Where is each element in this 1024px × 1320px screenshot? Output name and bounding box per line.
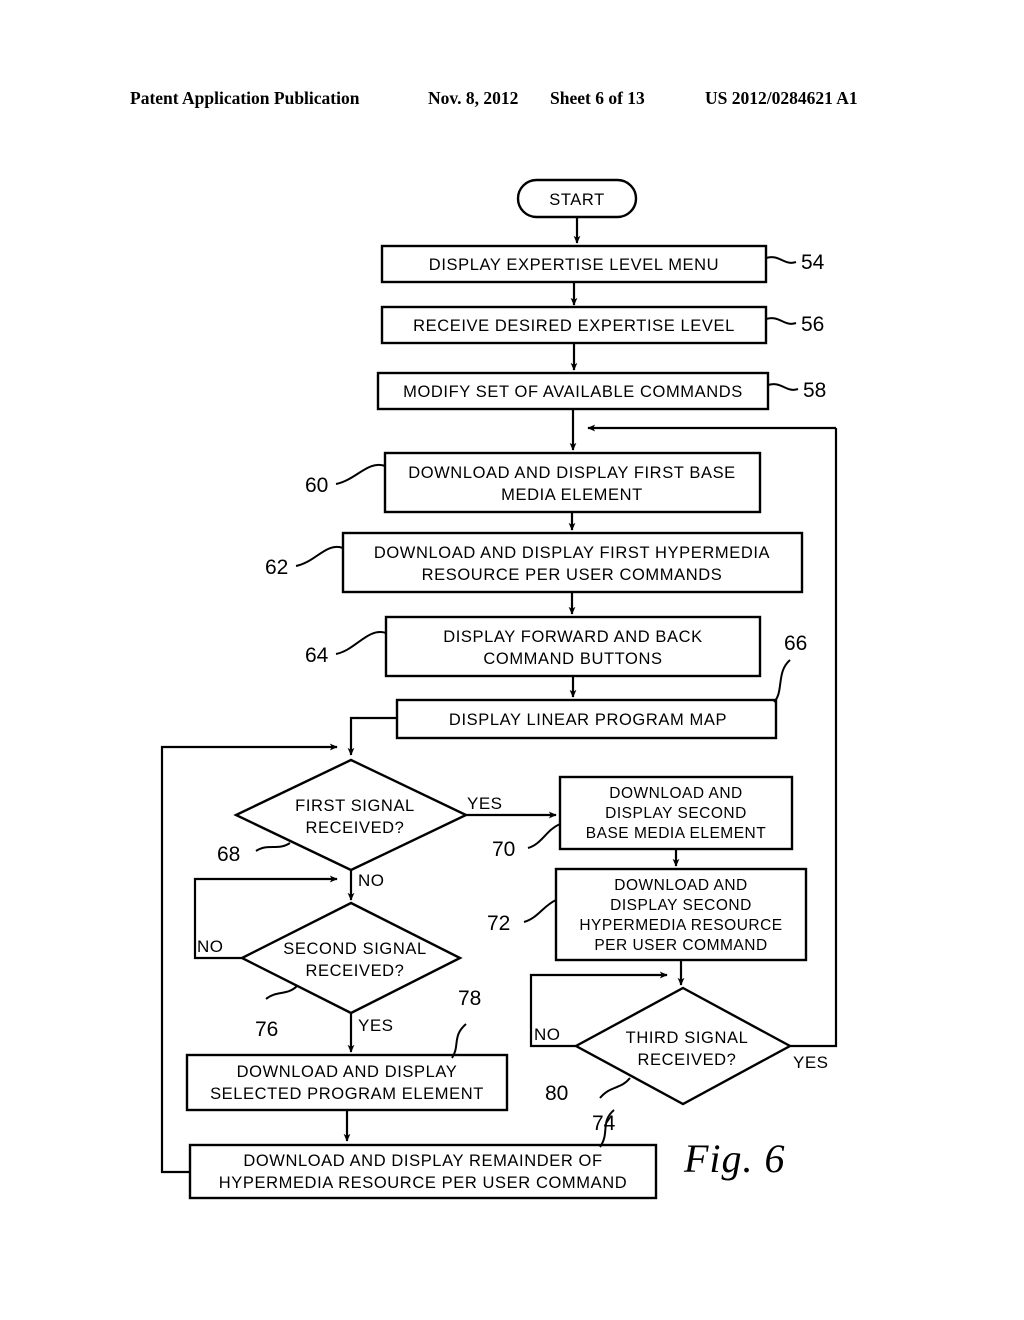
edge-label-68-no: NO (358, 871, 385, 890)
process-box-58: MODIFY SET OF AVAILABLE COMMANDS (376, 371, 770, 411)
leader-76 (265, 985, 298, 1000)
process-72-line3: HYPERMEDIA RESOURCE (579, 917, 782, 934)
process-box-64: DISPLAY FORWARD AND BACK COMMAND BUTTONS (384, 615, 762, 678)
leader-72 (523, 899, 557, 923)
leader-70 (527, 823, 561, 849)
ref-number-72: 72 (487, 912, 510, 935)
process-62-line1: DOWNLOAD AND DISPLAY FIRST HYPERMEDIA (374, 544, 770, 562)
process-78-line2: SELECTED PROGRAM ELEMENT (210, 1085, 484, 1103)
leader-78 (451, 1023, 467, 1059)
ref-number-76: 76 (255, 1018, 278, 1041)
patent-figure-page: Patent Application Publication Nov. 8, 2… (0, 0, 1024, 1320)
process-box-56: RECEIVE DESIRED EXPERTISE LEVEL (380, 305, 768, 345)
process-60-line2: MEDIA ELEMENT (501, 486, 643, 504)
start-label: START (549, 191, 605, 209)
leader-60 (335, 463, 386, 485)
process-box-60: DOWNLOAD AND DISPLAY FIRST BASE MEDIA EL… (383, 451, 762, 514)
process-66-line1: DISPLAY LINEAR PROGRAM MAP (449, 711, 727, 729)
decision-diamond-74: THIRD SIGNAL RECEIVED? (573, 986, 793, 1106)
process-64-line2: COMMAND BUTTONS (483, 650, 662, 668)
leader-62 (295, 545, 344, 567)
connector-66-to-68 (347, 716, 397, 756)
decision-74-line1: THIRD SIGNAL (626, 1029, 749, 1047)
leader-58 (767, 383, 799, 391)
start-terminal: START (516, 178, 638, 219)
process-72-line1: DOWNLOAD AND (614, 877, 747, 894)
leader-64 (335, 631, 387, 655)
leader-54 (765, 256, 797, 264)
process-box-54: DISPLAY EXPERTISE LEVEL MENU (380, 244, 768, 284)
ref-number-58: 58 (803, 379, 826, 402)
ref-number-74: 74 (592, 1112, 616, 1135)
decision-76-line2: RECEIVED? (306, 962, 405, 980)
process-62-line2: RESOURCE PER USER COMMANDS (422, 566, 723, 584)
process-72-line2: DISPLAY SECOND (610, 897, 752, 914)
ref-number-68: 68 (217, 843, 240, 866)
process-80-line1: DOWNLOAD AND DISPLAY REMAINDER OF (243, 1152, 602, 1170)
process-70-line1: DOWNLOAD AND (609, 785, 742, 802)
ref-number-70: 70 (492, 838, 515, 861)
edge-label-74-yes: YES (793, 1053, 829, 1072)
leader-68 (255, 842, 291, 852)
process-54-line1: DISPLAY EXPERTISE LEVEL MENU (429, 256, 719, 274)
leader-74 (599, 1077, 631, 1099)
process-box-70: DOWNLOAD AND DISPLAY SECOND BASE MEDIA E… (558, 775, 794, 851)
ref-number-66: 66 (784, 632, 807, 655)
ref-number-78: 78 (458, 987, 481, 1010)
process-box-72: DOWNLOAD AND DISPLAY SECOND HYPERMEDIA R… (554, 867, 808, 962)
ref-number-80: 80 (545, 1082, 568, 1105)
ref-number-62: 62 (265, 556, 288, 579)
process-70-line3: BASE MEDIA ELEMENT (586, 825, 766, 842)
decision-74-line2: RECEIVED? (638, 1051, 737, 1069)
process-70-line2: DISPLAY SECOND (605, 805, 747, 822)
process-78-line1: DOWNLOAD AND DISPLAY (237, 1063, 458, 1081)
ref-number-64: 64 (305, 644, 329, 667)
leader-56 (765, 317, 797, 325)
process-box-66: DISPLAY LINEAR PROGRAM MAP (395, 698, 778, 740)
edge-label-76-yes: YES (358, 1016, 394, 1035)
process-box-62: DOWNLOAD AND DISPLAY FIRST HYPERMEDIA RE… (341, 531, 804, 594)
flowchart-diagram: START DISPLAY EXPERTISE LEVEL MENU 54 RE… (160, 178, 838, 1200)
ref-number-56: 56 (801, 313, 824, 336)
process-58-line1: MODIFY SET OF AVAILABLE COMMANDS (403, 383, 743, 401)
edge-label-74-no: NO (534, 1025, 561, 1044)
ref-number-54: 54 (801, 251, 825, 274)
decision-68-line2: RECEIVED? (306, 819, 405, 837)
decision-68-line1: FIRST SIGNAL (295, 797, 415, 815)
edge-label-68-yes: YES (467, 794, 503, 813)
decision-diamond-76: SECOND SIGNAL RECEIVED? (239, 901, 463, 1015)
ref-number-60: 60 (305, 474, 328, 497)
process-72-line4: PER USER COMMAND (594, 937, 767, 954)
decision-76-line1: SECOND SIGNAL (283, 940, 427, 958)
leader-66 (773, 659, 791, 703)
edge-label-76-no: NO (197, 937, 224, 956)
process-60-line1: DOWNLOAD AND DISPLAY FIRST BASE (408, 464, 736, 482)
figure-label: Fig. 6 (684, 1136, 786, 1181)
decision-diamond-68: FIRST SIGNAL RECEIVED? (233, 758, 469, 872)
process-56-line1: RECEIVE DESIRED EXPERTISE LEVEL (413, 317, 735, 335)
process-box-78: DOWNLOAD AND DISPLAY SELECTED PROGRAM EL… (185, 1053, 509, 1112)
process-80-line2: HYPERMEDIA RESOURCE PER USER COMMAND (219, 1174, 628, 1192)
process-64-line1: DISPLAY FORWARD AND BACK (443, 628, 703, 646)
process-box-80: DOWNLOAD AND DISPLAY REMAINDER OF HYPERM… (188, 1143, 658, 1200)
